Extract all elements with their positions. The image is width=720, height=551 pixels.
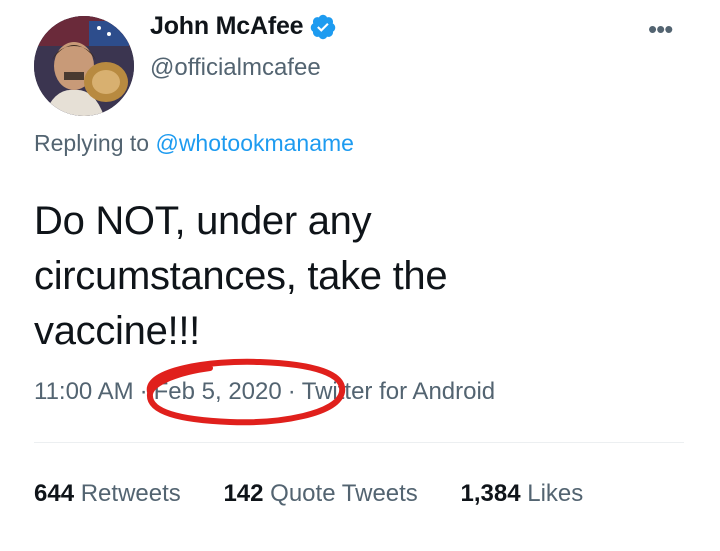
likes-count: 1,384 [460,480,521,507]
tweet-card: John McAfee @officialmcafee ••• Replying… [0,0,720,551]
profile-photo [34,16,134,116]
retweets-label: Retweets [80,480,181,507]
tweet-date[interactable]: Feb 5, 2020 [154,378,282,405]
author-name-row: John McAfee [150,12,337,41]
quote-tweets-label: Quote Tweets [270,480,418,507]
tweet-source-link[interactable]: Twitter for Android [302,378,495,405]
tweet-time[interactable]: 11:00 AM [34,378,134,405]
quote-tweets-count: 142 [223,480,264,507]
meta-separator: · [287,378,296,405]
author-handle[interactable]: @officialmcafee [150,54,321,82]
more-options-button[interactable]: ••• [648,14,673,45]
likes-stat[interactable]: 1,384 Likes [460,480,583,508]
divider [34,442,684,443]
quote-tweets-stat[interactable]: 142 Quote Tweets [223,480,417,508]
replying-to-handle-link[interactable]: @whotookmaname [155,130,354,156]
avatar[interactable] [34,16,134,116]
replying-to-label: Replying to [34,130,150,156]
retweets-count: 644 [34,480,75,507]
likes-label: Likes [527,480,584,507]
tweet-meta: 11:00 AM · Feb 5, 2020 · Twitter for Android [34,378,495,406]
retweets-stat[interactable]: 644 Retweets [34,480,181,508]
replying-to-line: Replying to @whotookmaname [34,130,354,157]
tweet-stats: 644 Retweets 142 Quote Tweets 1,384 Like… [34,480,619,508]
verified-badge-icon [309,13,337,41]
meta-separator: · [139,378,148,405]
tweet-text: Do NOT, under any circumstances, take th… [34,199,448,353]
author-display-name[interactable]: John McAfee [150,12,304,41]
